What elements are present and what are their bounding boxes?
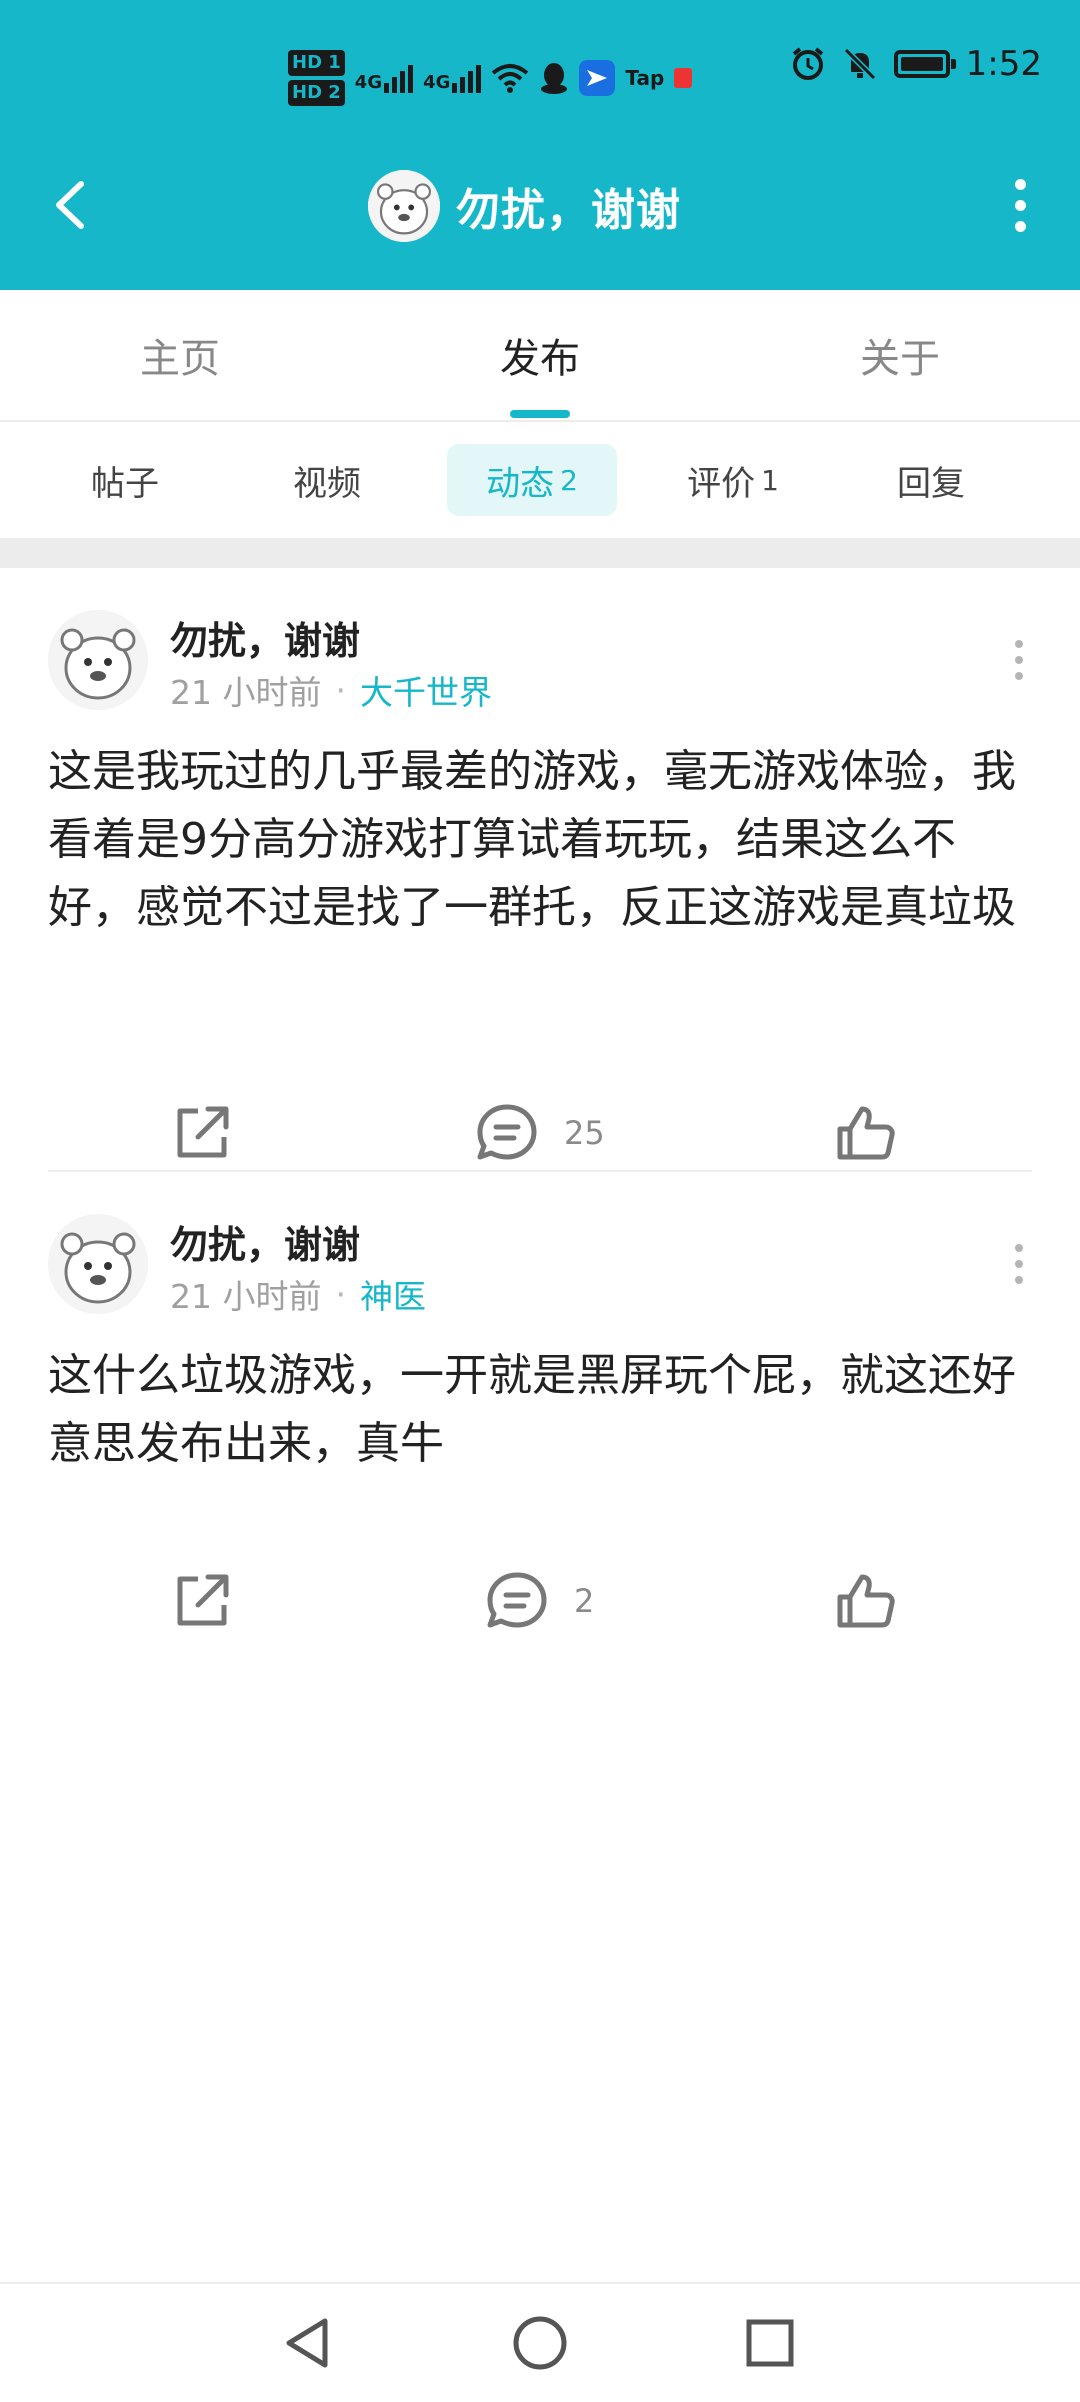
like-button[interactable]	[834, 1088, 898, 1178]
qq-icon	[541, 63, 568, 94]
back-button[interactable]	[40, 170, 100, 240]
share-button[interactable]	[170, 1556, 234, 1646]
subtab-replies[interactable]: 回复	[866, 444, 996, 516]
topic-link[interactable]: 大千世界	[360, 666, 492, 714]
subtab-reviews-label: 评价	[687, 463, 756, 504]
tab-about[interactable]: 关于	[790, 290, 1010, 420]
subtab-replies-label: 回复	[897, 463, 965, 504]
net1-label: 4G	[354, 72, 383, 93]
nav-home-button[interactable]	[500, 2308, 580, 2378]
wifi-icon	[492, 64, 529, 93]
subtab-feed[interactable]: 动态 2	[447, 444, 617, 516]
notification-badge-icon	[674, 68, 693, 88]
comment-count: 2	[574, 1582, 595, 1620]
tab-publish[interactable]: 发布	[430, 290, 650, 420]
hd-badges: HD 1 HD 2	[288, 48, 345, 108]
subtab-feed-label: 动态	[486, 463, 555, 504]
header-avatar[interactable]	[368, 170, 440, 242]
share-icon	[177, 1106, 229, 1158]
post-divider	[48, 1170, 1032, 1172]
post-time: 21 小时前	[170, 673, 322, 712]
app-bar: 勿扰，谢谢	[0, 150, 1080, 260]
status-left: HD 1 HD 2 4G 4G Tap	[288, 48, 693, 108]
subtab-reviews[interactable]: 评价 1	[668, 444, 798, 516]
subtab-feed-count: 2	[560, 463, 578, 497]
status-right: 1:52	[790, 44, 1042, 84]
section-separator	[0, 538, 1080, 568]
square-recent-icon	[746, 2319, 794, 2367]
signal-1: 4G	[354, 63, 414, 93]
author-name[interactable]: 勿扰，谢谢	[170, 1214, 360, 1269]
status-bar: HD 1 HD 2 4G 4G Tap 1:52	[0, 40, 1080, 120]
post-actions: 25	[0, 1088, 1080, 1178]
comment-icon	[477, 1104, 537, 1160]
post-more-button[interactable]	[1004, 630, 1034, 690]
comment-count: 25	[564, 1114, 605, 1152]
nav-back-button[interactable]	[268, 2308, 348, 2378]
more-vertical-icon	[1014, 178, 1026, 190]
post-meta: 21 小时前 · 大千世界	[170, 666, 492, 714]
subtab-reviews-count: 1	[761, 463, 779, 497]
battery-icon	[893, 50, 956, 78]
chevron-left-icon	[56, 181, 84, 229]
page-title: 勿扰，谢谢	[456, 185, 681, 236]
more-vertical-icon	[1015, 1244, 1023, 1252]
meta-separator: ·	[335, 670, 346, 710]
tap-badge: Tap	[625, 66, 665, 90]
like-button[interactable]	[834, 1556, 898, 1646]
comment-button[interactable]: 25	[474, 1088, 605, 1178]
avatar[interactable]	[48, 610, 148, 710]
net2-label: 4G	[423, 72, 451, 93]
topic-link[interactable]: 神医	[360, 1270, 426, 1318]
hd2-badge: HD 2	[288, 80, 345, 106]
author-name[interactable]: 勿扰，谢谢	[170, 610, 360, 665]
thumbs-up-icon	[837, 1574, 895, 1628]
bear-avatar-icon	[368, 170, 440, 242]
signal-2: 4G	[423, 63, 482, 93]
mute-bell-icon	[843, 47, 876, 81]
comment-button[interactable]: 2	[484, 1556, 594, 1646]
share-button[interactable]	[170, 1088, 234, 1178]
subtab-posts[interactable]: 帖子	[60, 444, 190, 516]
main-tabs: 主页 发布 关于	[0, 290, 1080, 422]
post-content[interactable]: 这什么垃圾游戏，一开就是黑屏玩个屁，就这还好意思发布出来，真牛	[48, 1342, 1028, 1478]
feishu-icon	[579, 60, 616, 96]
subtab-videos[interactable]: 视频	[262, 444, 392, 516]
meta-separator: ·	[335, 1274, 346, 1314]
app-header: HD 1 HD 2 4G 4G Tap 1:52 勿扰，谢谢	[0, 0, 1080, 290]
post-content[interactable]: 这是我玩过的几乎最差的游戏，毫无游戏体验，我看着是9分高分游戏打算试着玩玩，结果…	[48, 738, 1028, 942]
share-icon	[177, 1574, 229, 1626]
signal-bars-icon	[384, 63, 414, 93]
more-options-button[interactable]	[990, 170, 1050, 240]
profile-title: 勿扰，谢谢	[368, 170, 681, 242]
tab-home[interactable]: 主页	[70, 290, 290, 420]
nav-recent-button[interactable]	[730, 2308, 810, 2378]
sub-tabs: 帖子 视频 动态 2 评价 1 回复	[0, 422, 1080, 538]
hd1-badge: HD 1	[288, 50, 345, 76]
post-actions: 2	[0, 1556, 1080, 1646]
active-tab-indicator	[510, 410, 570, 418]
bear-avatar-icon	[48, 1214, 148, 1314]
subtab-posts-label: 帖子	[91, 463, 159, 504]
post-more-button[interactable]	[1004, 1234, 1034, 1294]
triangle-back-icon	[286, 2318, 328, 2368]
system-nav-bar	[0, 2282, 1080, 2402]
alarm-icon	[792, 47, 823, 80]
post-time: 21 小时前	[170, 1277, 322, 1316]
status-time: 1:52	[965, 44, 1042, 84]
signal-bars-icon	[452, 63, 482, 93]
bear-avatar-icon	[48, 610, 148, 710]
more-vertical-icon	[1015, 640, 1023, 648]
circle-home-icon	[513, 2316, 567, 2370]
avatar[interactable]	[48, 1214, 148, 1314]
comment-icon	[487, 1572, 547, 1628]
post-meta: 21 小时前 · 神医	[170, 1270, 426, 1318]
thumbs-up-icon	[837, 1106, 895, 1160]
subtab-videos-label: 视频	[293, 463, 361, 504]
